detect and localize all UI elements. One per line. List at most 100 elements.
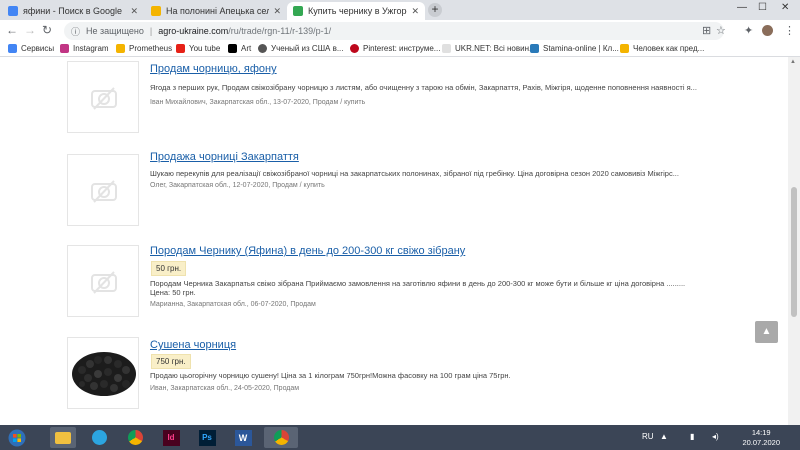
listing-thumbnail[interactable]: [67, 61, 139, 133]
indesign-icon: Id: [162, 429, 180, 446]
listing-title[interactable]: Сушена чорниця: [150, 339, 236, 351]
clock-date: 20.07.2020: [742, 438, 780, 447]
instagram-icon: [60, 44, 69, 53]
tab-1[interactable]: На полонині Апецька селяни з... ✕: [145, 2, 287, 20]
bookmark-item[interactable]: Art: [228, 44, 251, 53]
listing-title[interactable]: Продам чорницю, яфону: [150, 63, 277, 75]
menu-icon[interactable]: ⋮: [784, 24, 795, 37]
indesign-app[interactable]: Id: [158, 427, 184, 448]
bookmark-item[interactable]: Сервисы: [8, 44, 54, 53]
bookmark-label: Stamina-online | Кл...: [543, 44, 619, 53]
listing-thumbnail[interactable]: [67, 245, 139, 317]
listing-thumbnail[interactable]: [67, 154, 139, 226]
scroll-up-icon[interactable]: ▲: [790, 59, 796, 65]
tab-0[interactable]: яфини - Поиск в Google ✕: [2, 2, 144, 20]
bookmark-label: UKR.NET: Всі новин...: [455, 44, 536, 53]
page-content: Продам чорницю, яфону Ягода з перших рук…: [0, 57, 788, 425]
stamina-icon: [530, 44, 539, 53]
google-icon: [8, 6, 18, 16]
bookmark-label: Prometheus: [129, 44, 173, 53]
tab-2[interactable]: Купить чернику в Ужгороде / З... ✕: [287, 2, 425, 20]
leaf-icon: [293, 6, 303, 16]
listing-description: Породам Черника Закарпатья свіжо зібрана…: [150, 279, 686, 288]
start-button[interactable]: [4, 427, 30, 448]
listing-meta: Марианна, Закарпатская обл., 06-07-2020,…: [150, 301, 316, 308]
listing-description: Продаю цьогорічну чорницю сушену! Ціна з…: [150, 371, 511, 380]
tab-title: Купить чернику в Ужгороде / З...: [308, 6, 407, 16]
scroll-to-top-button[interactable]: ▲: [755, 321, 778, 343]
minimize-button[interactable]: —: [737, 2, 747, 13]
close-icon[interactable]: ✕: [411, 6, 419, 17]
tab-title: яфини - Поиск в Google: [23, 6, 123, 16]
list-item: Продам чорницю, яфону Ягода з перших рук…: [67, 61, 757, 141]
listing-photo[interactable]: [67, 337, 139, 409]
photoshop-app[interactable]: Ps: [194, 427, 220, 448]
listing-price-text: Цена: 50 грн.: [150, 288, 196, 297]
listing-description: Шукаю перекупів для реалізації свіжозібр…: [150, 169, 679, 178]
volume-icon[interactable]: ◂): [712, 432, 719, 441]
ukrnet-icon: [442, 44, 451, 53]
list-item: Породам Чернику (Яфина) в день до 200-30…: [67, 245, 757, 325]
forward-icon[interactable]: →: [24, 23, 36, 37]
list-item: Сушена чорниця 750 грн. Продаю цьогорічн…: [67, 337, 757, 417]
bookmark-label: Человек как пред...: [633, 44, 705, 53]
translate-icon[interactable]: ⊞: [702, 24, 711, 37]
close-window-button[interactable]: ✕: [781, 2, 789, 13]
bookmark-label: Ученый из США в...: [271, 44, 344, 53]
star-icon[interactable]: ☆: [716, 24, 726, 37]
address-bar[interactable]: ⓘ Не защищено | agro-ukraine.com /ru/tra…: [64, 22, 724, 40]
list-item: Продажа чорниці Закарпаття Шукаю перекуп…: [67, 151, 757, 234]
system-clock[interactable]: 14:19 20.07.2020: [742, 428, 780, 448]
bookmark-item[interactable]: Человек как пред...: [620, 44, 704, 53]
listing-meta: Олег, Закарпатская обл., 12-07-2020, Про…: [150, 182, 325, 189]
word-icon: W: [234, 429, 252, 446]
listing-title[interactable]: Продажа чорниці Закарпаття: [150, 151, 299, 163]
bookmark-item[interactable]: Instagram: [60, 44, 109, 53]
info-icon[interactable]: ⓘ: [71, 25, 80, 38]
bookmark-item[interactable]: Ученый из США в...: [258, 44, 344, 53]
bookmark-item[interactable]: You tube: [176, 44, 220, 53]
chevron-up-icon[interactable]: ▲: [660, 432, 668, 441]
network-icon[interactable]: ▮: [690, 432, 694, 441]
bookmark-label: You tube: [189, 44, 221, 53]
explorer-app[interactable]: [50, 427, 76, 448]
listing-description: Ягода з перших рук, Продам свіжозібрану …: [150, 83, 697, 92]
chrome-active-app[interactable]: [264, 427, 298, 448]
back-icon[interactable]: ←: [6, 23, 18, 37]
windows-logo-icon: [8, 429, 26, 446]
os-taskbar: Id Ps W RU ▲ ▮ ◂) 14:19 20.07.2020: [0, 425, 800, 450]
listing-meta: Іван Михайлович, Закарпатская обл., 13-0…: [150, 99, 366, 106]
new-tab-button[interactable]: +: [428, 3, 442, 17]
telegram-app[interactable]: [86, 427, 112, 448]
chrome-icon: [273, 430, 289, 445]
close-icon[interactable]: ✕: [130, 6, 138, 17]
tab-title: На полонині Апецька селяни з...: [166, 6, 270, 16]
security-label: Не защищено: [86, 26, 144, 36]
bookmark-item[interactable]: Prometheus: [116, 44, 172, 53]
bulb-icon: [116, 44, 125, 53]
pinterest-icon: [350, 44, 359, 53]
reload-icon[interactable]: ↻: [42, 23, 52, 37]
maximize-button[interactable]: ☐: [758, 2, 767, 13]
bookmark-label: Instagram: [73, 44, 109, 53]
language-indicator[interactable]: RU: [642, 432, 654, 441]
word-app[interactable]: W: [230, 427, 256, 448]
bookmark-item[interactable]: Stamina-online | Кл...: [530, 44, 619, 53]
telegram-icon: [91, 430, 107, 445]
tab-bar: яфини - Поиск в Google ✕ На полонині Апе…: [0, 0, 800, 20]
clock-time: 14:19: [751, 428, 771, 437]
apps-icon: [8, 44, 17, 53]
extensions-icon[interactable]: ✦: [744, 24, 753, 37]
listing-title[interactable]: Породам Чернику (Яфина) в день до 200-30…: [150, 245, 465, 257]
close-icon[interactable]: ✕: [273, 6, 281, 17]
price-badge: 750 грн.: [151, 354, 191, 369]
bookmark-label: Pinterest: инструме...: [363, 44, 441, 53]
scrollbar[interactable]: ▲: [788, 57, 800, 425]
scrollbar-thumb[interactable]: [791, 187, 797, 317]
avatar[interactable]: [762, 25, 773, 36]
bookmark-item[interactable]: Pinterest: инструме...: [350, 44, 440, 53]
youtube-icon: [176, 44, 185, 53]
bookmark-item[interactable]: UKR.NET: Всі новин...: [442, 44, 536, 53]
chrome-app[interactable]: [122, 427, 148, 448]
url-host: agro-ukraine.com: [158, 26, 229, 36]
